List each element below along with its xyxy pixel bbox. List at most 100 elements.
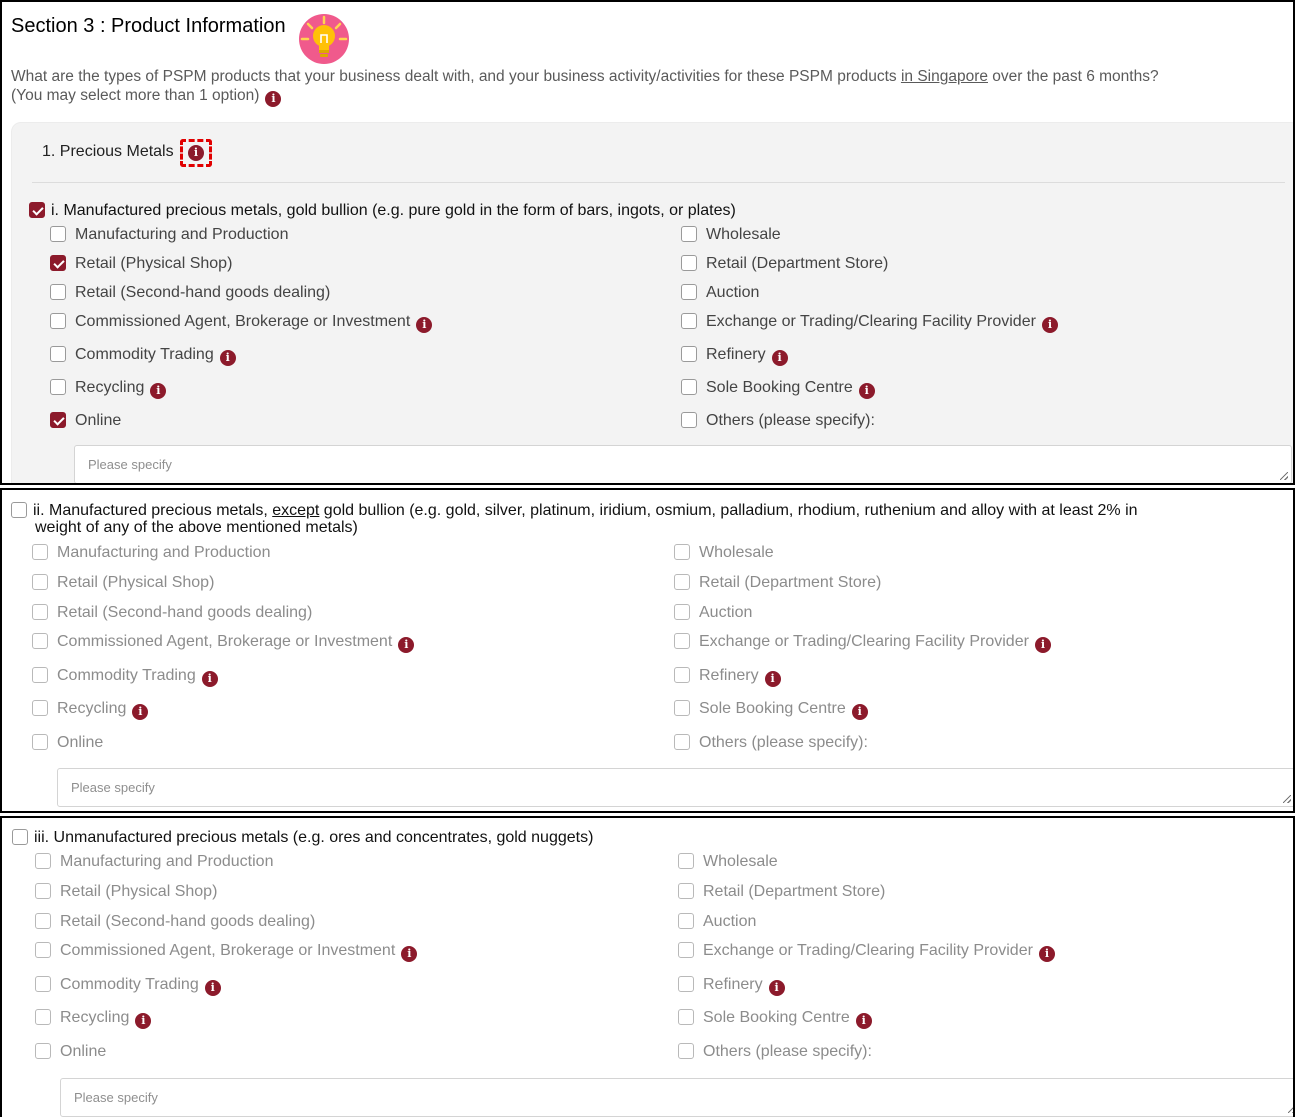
- option-manufacturing[interactable]: Manufacturing and Production: [32, 544, 270, 562]
- option-commissioned-agent[interactable]: Commissioned Agent, Brokerage or Investm…: [32, 633, 415, 653]
- checkbox[interactable]: [681, 255, 697, 271]
- checkbox[interactable]: [681, 313, 697, 329]
- specify-textarea[interactable]: Please specify: [60, 1078, 1293, 1117]
- info-icon[interactable]: i: [135, 1013, 152, 1029]
- info-icon[interactable]: i: [150, 383, 167, 399]
- checkbox[interactable]: [35, 853, 51, 869]
- option-retail-department[interactable]: Retail (Department Store): [674, 574, 881, 592]
- checkbox[interactable]: [674, 633, 690, 649]
- option-exchange[interactable]: Exchange or Trading/Clearing Facility Pr…: [681, 313, 1058, 333]
- option-sole-booking[interactable]: Sole Booking Centre i: [674, 700, 868, 720]
- checkbox[interactable]: [674, 574, 690, 590]
- resize-handle[interactable]: [1280, 472, 1288, 480]
- specify-textarea[interactable]: Please specify: [57, 768, 1293, 807]
- option-auction[interactable]: Auction: [678, 913, 756, 931]
- checkbox[interactable]: [674, 604, 690, 620]
- info-icon[interactable]: i: [416, 317, 433, 333]
- checkbox[interactable]: [678, 942, 694, 958]
- checkbox[interactable]: [35, 976, 51, 992]
- checkbox[interactable]: [50, 226, 66, 242]
- option-others[interactable]: Others (please specify):: [681, 412, 875, 430]
- option-recycling[interactable]: Recycling i: [32, 700, 149, 720]
- checkbox[interactable]: [11, 502, 27, 518]
- checkbox[interactable]: [32, 574, 48, 590]
- checkbox[interactable]: [681, 284, 697, 300]
- option-commodity-trading[interactable]: Commodity Trading i: [32, 667, 218, 687]
- info-icon[interactable]: i: [401, 946, 418, 962]
- checkbox[interactable]: [678, 853, 694, 869]
- option-commodity-trading[interactable]: Commodity Trading i: [35, 976, 221, 996]
- info-icon[interactable]: i: [771, 350, 788, 366]
- option-auction[interactable]: Auction: [674, 604, 752, 622]
- specify-textarea[interactable]: Please specify: [74, 445, 1292, 483]
- option-retail-physical[interactable]: Retail (Physical Shop): [32, 574, 214, 592]
- option-retail-second-hand[interactable]: Retail (Second-hand goods dealing): [35, 913, 315, 931]
- option-auction[interactable]: Auction: [681, 284, 759, 302]
- option-retail-department[interactable]: Retail (Department Store): [681, 255, 888, 273]
- option-online[interactable]: Online: [35, 1043, 106, 1061]
- option-others[interactable]: Others (please specify):: [678, 1043, 872, 1061]
- checkbox[interactable]: [35, 1009, 51, 1025]
- checkbox[interactable]: [29, 202, 45, 218]
- checkbox[interactable]: [32, 604, 48, 620]
- info-icon[interactable]: i: [265, 91, 282, 107]
- option-manufacturing[interactable]: Manufacturing and Production: [35, 853, 273, 871]
- resize-handle[interactable]: [1283, 795, 1291, 803]
- info-icon[interactable]: i: [1041, 317, 1058, 333]
- checkbox[interactable]: [50, 313, 66, 329]
- checkbox[interactable]: [32, 667, 48, 683]
- checkbox[interactable]: [50, 379, 66, 395]
- info-icon[interactable]: i: [855, 1013, 872, 1029]
- info-icon[interactable]: i: [858, 383, 875, 399]
- option-retail-department[interactable]: Retail (Department Store): [678, 883, 885, 901]
- checkbox[interactable]: [678, 1043, 694, 1059]
- lightbulb-icon[interactable]: [298, 13, 350, 65]
- checkbox[interactable]: [50, 255, 66, 271]
- option-commissioned-agent[interactable]: Commissioned Agent, Brokerage or Investm…: [50, 313, 433, 333]
- checkbox[interactable]: [35, 883, 51, 899]
- option-online[interactable]: Online: [32, 734, 103, 752]
- checkbox[interactable]: [681, 226, 697, 242]
- category-checkbox-gold-bullion[interactable]: i. Manufactured precious metals, gold bu…: [29, 202, 736, 220]
- info-icon[interactable]: i: [188, 145, 204, 161]
- option-recycling[interactable]: Recycling i: [35, 1009, 152, 1029]
- checkbox[interactable]: [678, 883, 694, 899]
- checkbox[interactable]: [681, 379, 697, 395]
- category-checkbox-except-bullion[interactable]: ii. Manufactured precious metals, except…: [11, 502, 1138, 520]
- info-icon[interactable]: i: [768, 980, 785, 996]
- option-sole-booking[interactable]: Sole Booking Centre i: [681, 379, 875, 399]
- info-icon[interactable]: i: [201, 671, 218, 687]
- option-sole-booking[interactable]: Sole Booking Centre i: [678, 1009, 872, 1029]
- info-icon[interactable]: i: [204, 980, 221, 996]
- option-wholesale[interactable]: Wholesale: [674, 544, 774, 562]
- checkbox[interactable]: [674, 734, 690, 750]
- checkbox[interactable]: [678, 976, 694, 992]
- checkbox[interactable]: [32, 633, 48, 649]
- info-icon[interactable]: i: [1038, 946, 1055, 962]
- checkbox[interactable]: [35, 913, 51, 929]
- option-retail-second-hand[interactable]: Retail (Second-hand goods dealing): [32, 604, 312, 622]
- checkbox[interactable]: [35, 1043, 51, 1059]
- resize-handle[interactable]: [1288, 1105, 1293, 1113]
- checkbox[interactable]: [32, 734, 48, 750]
- option-recycling[interactable]: Recycling i: [50, 379, 167, 399]
- info-icon[interactable]: i: [219, 350, 236, 366]
- checkbox[interactable]: [678, 913, 694, 929]
- checkbox[interactable]: [35, 942, 51, 958]
- checkbox[interactable]: [678, 1009, 694, 1025]
- info-icon[interactable]: i: [398, 637, 415, 653]
- checkbox[interactable]: [681, 346, 697, 362]
- option-refinery[interactable]: Refinery i: [678, 976, 785, 996]
- info-icon[interactable]: i: [132, 704, 149, 720]
- option-retail-physical[interactable]: Retail (Physical Shop): [35, 883, 217, 901]
- checkbox[interactable]: [674, 667, 690, 683]
- checkbox[interactable]: [50, 412, 66, 428]
- checkbox[interactable]: [32, 700, 48, 716]
- option-online[interactable]: Online: [50, 412, 121, 430]
- option-retail-physical[interactable]: Retail (Physical Shop): [50, 255, 232, 273]
- checkbox[interactable]: [12, 829, 28, 845]
- option-wholesale[interactable]: Wholesale: [678, 853, 778, 871]
- checkbox[interactable]: [50, 346, 66, 362]
- option-manufacturing[interactable]: Manufacturing and Production: [50, 226, 288, 244]
- info-icon[interactable]: i: [851, 704, 868, 720]
